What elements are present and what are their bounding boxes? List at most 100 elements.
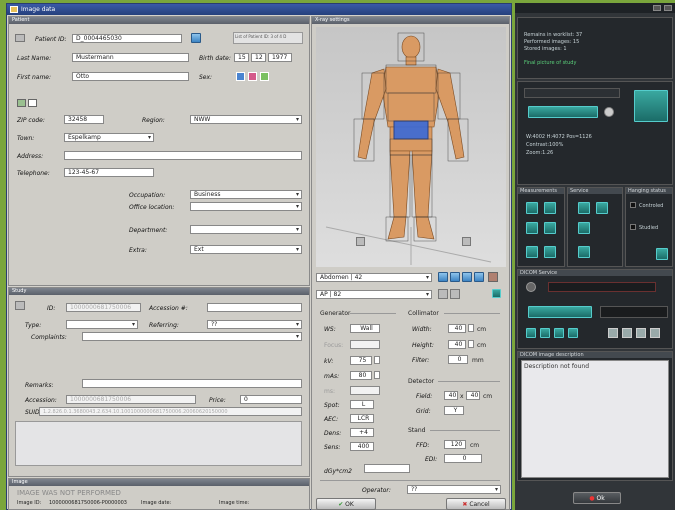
monitor-icon[interactable]: [492, 289, 501, 298]
protocol-tool-4[interactable]: [474, 272, 484, 282]
department-select[interactable]: [190, 225, 302, 234]
projection-select[interactable]: AP | 82: [316, 290, 432, 299]
edi-field[interactable]: 0: [444, 454, 482, 463]
birth-day-field[interactable]: 15: [234, 53, 249, 62]
controled-checkbox[interactable]: [630, 202, 636, 208]
telephone-field[interactable]: 123-45-67: [64, 168, 154, 177]
delete-icon[interactable]: [650, 328, 660, 338]
focus-field[interactable]: [350, 340, 380, 349]
print-icon[interactable]: [526, 328, 536, 338]
minimize-icon[interactable]: [653, 5, 661, 11]
first-name-field[interactable]: Otto: [72, 72, 189, 81]
app-icon: [10, 6, 18, 13]
field-height-field[interactable]: 40: [466, 391, 480, 400]
protocol-tool-2[interactable]: [450, 272, 460, 282]
ms-field[interactable]: [350, 386, 380, 395]
kv-stepper[interactable]: [374, 356, 380, 364]
unknown-sex-icon[interactable]: [260, 72, 269, 81]
hanging-apply-button[interactable]: [656, 248, 668, 260]
mas-stepper[interactable]: [374, 371, 380, 379]
acquire-button[interactable]: [528, 106, 598, 118]
aec-field[interactable]: LCR: [350, 414, 374, 423]
arrow-tool[interactable]: [526, 246, 538, 258]
mas-field[interactable]: 80: [350, 371, 372, 380]
protocol-delete-button[interactable]: [488, 272, 498, 282]
cd-icon[interactable]: [568, 328, 578, 338]
complaints-select[interactable]: [82, 332, 302, 341]
address-field[interactable]: [64, 151, 302, 160]
image-data-window: Image data Patient Patient ID: D_0004465…: [6, 3, 512, 510]
ws-field[interactable]: Wall: [350, 324, 380, 333]
service-tool-1[interactable]: [578, 202, 590, 214]
referring-select[interactable]: ??: [207, 320, 302, 329]
suid-field[interactable]: 1.2.826.0.1.3680043.2.634.10.10010000006…: [39, 407, 302, 416]
ffd-field[interactable]: 120: [444, 440, 466, 449]
cancel-button[interactable]: ✖ Cancel: [446, 498, 506, 510]
rotate-left-button[interactable]: [356, 237, 365, 246]
service-tool-2[interactable]: [596, 202, 608, 214]
width-stepper[interactable]: [468, 324, 474, 332]
dose-field[interactable]: [364, 464, 410, 473]
birth-month-field[interactable]: 12: [251, 53, 266, 62]
office-location-select[interactable]: [190, 202, 302, 211]
layout-icon-2[interactable]: [622, 328, 632, 338]
text-tool[interactable]: [544, 222, 556, 234]
layout-icon-1[interactable]: [608, 328, 618, 338]
erase-tool[interactable]: [544, 246, 556, 258]
male-icon[interactable]: [236, 72, 245, 81]
extra-select[interactable]: Ext: [190, 245, 302, 254]
service-tool-3[interactable]: [578, 222, 590, 234]
town-select[interactable]: Espelkamp: [64, 133, 154, 142]
clock-icon[interactable]: [604, 107, 614, 117]
projection-tool-2[interactable]: [450, 289, 460, 299]
right-ok-button[interactable]: ● Ok: [573, 492, 621, 504]
service-tool-4[interactable]: [578, 246, 590, 258]
accession-field[interactable]: 1000000681750006: [66, 395, 196, 404]
angle-tool[interactable]: [544, 202, 556, 214]
filter-field[interactable]: 0: [448, 355, 468, 364]
remarks-field[interactable]: [82, 379, 302, 388]
rotate-right-button[interactable]: [462, 237, 471, 246]
sens-field[interactable]: 400: [350, 442, 374, 451]
type-select[interactable]: [66, 320, 138, 329]
patient-id-field[interactable]: D_0004465030: [72, 34, 182, 43]
accession-number-field[interactable]: [207, 303, 302, 312]
kv-field[interactable]: 75: [350, 356, 372, 365]
occupation-select[interactable]: Business: [190, 190, 302, 199]
ruler-tool[interactable]: [526, 202, 538, 214]
send-dicom-button[interactable]: [528, 306, 592, 318]
region-select[interactable]: NWW: [190, 115, 302, 124]
studied-checkbox[interactable]: [630, 224, 636, 230]
zip-field[interactable]: 32458: [64, 115, 104, 124]
dicom-destination-field[interactable]: [600, 306, 668, 318]
spot-field[interactable]: L: [350, 400, 374, 409]
study-notes-area[interactable]: [15, 421, 302, 466]
height-stepper[interactable]: [468, 340, 474, 348]
protocol-tool-1[interactable]: [438, 272, 448, 282]
width-field[interactable]: 40: [448, 324, 466, 333]
area-tool[interactable]: [526, 222, 538, 234]
layout-icon-3[interactable]: [636, 328, 646, 338]
maximize-icon[interactable]: [664, 5, 672, 11]
field-width-field[interactable]: 40: [444, 391, 458, 400]
birth-year-field[interactable]: 1977: [268, 53, 292, 62]
female-icon[interactable]: [248, 72, 257, 81]
body-region-picker[interactable]: [316, 27, 506, 267]
study-id-field[interactable]: 1000000681750006: [66, 303, 141, 312]
protocol-select[interactable]: Abdomen | 42: [316, 273, 432, 282]
dens-field[interactable]: +4: [350, 428, 374, 437]
study-pane: Study ID: 1000000681750006 Accession #: …: [8, 287, 310, 477]
dicom-description-text[interactable]: Description not found: [521, 360, 669, 478]
height-field[interactable]: 40: [448, 340, 466, 349]
protocol-tool-3[interactable]: [462, 272, 472, 282]
projection-tool-1[interactable]: [438, 289, 448, 299]
grid-field[interactable]: Y: [444, 406, 464, 415]
operator-select[interactable]: ??: [407, 485, 501, 494]
last-name-field[interactable]: Mustermann: [72, 53, 189, 62]
export-icon[interactable]: [554, 328, 564, 338]
ok-button[interactable]: ✔ OK: [316, 498, 376, 510]
expose-button[interactable]: [634, 90, 668, 122]
price-field[interactable]: 0: [240, 395, 302, 404]
search-patient-button[interactable]: [191, 33, 201, 43]
save-icon[interactable]: [540, 328, 550, 338]
